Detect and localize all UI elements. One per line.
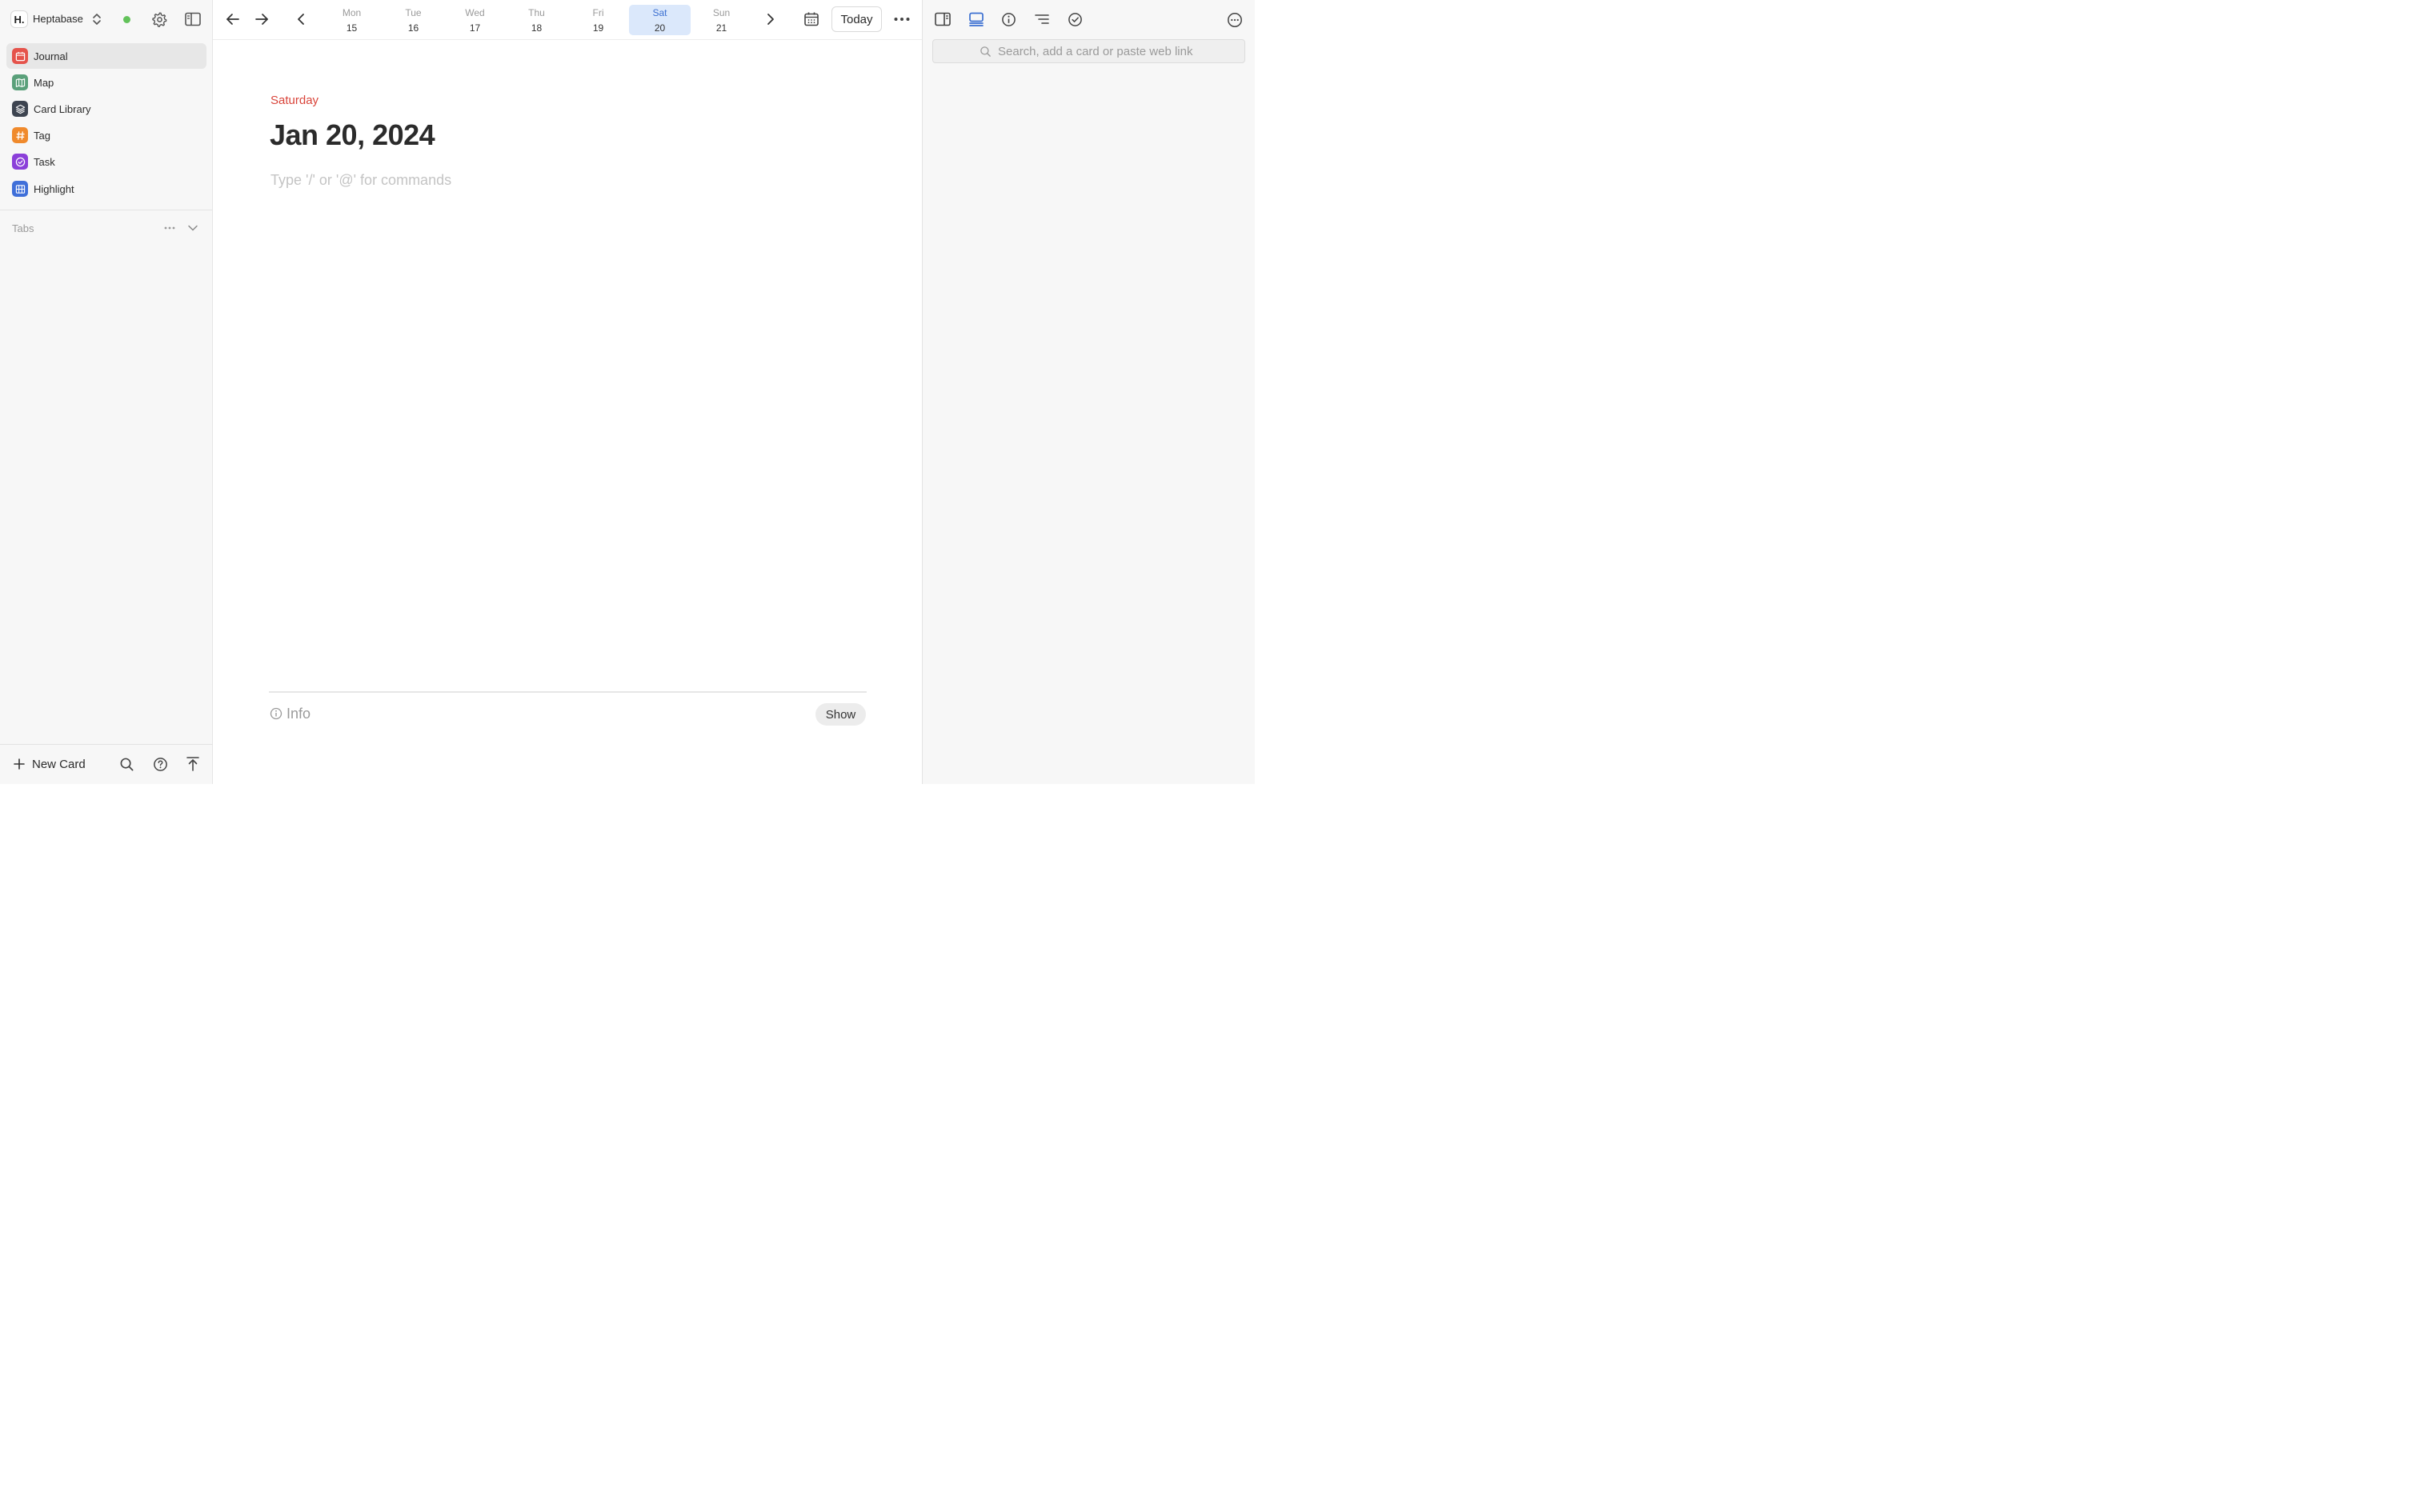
sidebar-item-label: Task — [34, 155, 55, 168]
arrow-right-icon[interactable] — [254, 11, 270, 27]
day-name: Fri — [592, 7, 604, 18]
hash-icon — [12, 127, 28, 143]
sidebar-item-label: Journal — [34, 50, 68, 62]
day-name: Sat — [652, 7, 667, 18]
sidebar-toggle-icon[interactable] — [185, 12, 201, 26]
day-number: 16 — [407, 22, 419, 34]
right-panel — [922, 0, 1255, 784]
journal-weekday: Saturday — [270, 94, 319, 107]
topbar-divider — [213, 39, 922, 40]
week-day-sat-selected[interactable]: Sat 20 — [629, 5, 691, 35]
week-day-fri[interactable]: Fri 19 — [567, 5, 629, 35]
chevron-down-icon[interactable] — [187, 223, 198, 233]
week-day-wed[interactable]: Wed 17 — [444, 5, 506, 35]
right-sidebar-toggle-icon[interactable] — [935, 12, 951, 26]
tabs-more-icon[interactable] — [163, 223, 176, 233]
map-icon — [12, 74, 28, 90]
more-horizontal-icon[interactable] — [893, 14, 911, 24]
day-number: 20 — [654, 22, 666, 34]
sidebar-item-card-library[interactable]: Card Library — [6, 96, 206, 122]
info-divider — [269, 691, 867, 693]
sidebar-item-task[interactable]: Task — [6, 149, 206, 174]
calendar-icon — [12, 48, 28, 64]
sidebar-item-map[interactable]: Map — [6, 70, 206, 95]
sidebar-item-label: Card Library — [34, 102, 91, 115]
chevron-right-icon[interactable] — [763, 11, 778, 27]
task-check-icon[interactable] — [1068, 12, 1083, 27]
sync-status-dot — [123, 16, 130, 23]
workspace-name[interactable]: Heptabase — [33, 13, 83, 25]
check-circle-icon — [12, 154, 28, 170]
help-icon[interactable] — [153, 757, 168, 772]
card-panel-icon[interactable] — [968, 12, 984, 26]
chevron-left-icon[interactable] — [294, 11, 308, 27]
info-icon — [270, 707, 282, 720]
day-name: Thu — [528, 7, 545, 18]
day-name: Sun — [712, 7, 731, 18]
settings-gear-icon[interactable] — [151, 11, 168, 28]
calendar-icon[interactable] — [803, 11, 819, 27]
day-number: 21 — [715, 22, 727, 34]
info-label: Info — [286, 706, 311, 722]
more-circle-icon[interactable] — [1227, 12, 1243, 28]
week-day-tue[interactable]: Tue 16 — [383, 5, 444, 35]
day-name: Wed — [465, 7, 485, 18]
today-button[interactable]: Today — [831, 6, 882, 32]
info-circle-icon[interactable] — [1001, 12, 1016, 27]
sidebar-item-label: Highlight — [34, 182, 74, 195]
search-input[interactable] — [998, 44, 1238, 58]
sidebar-item-journal[interactable]: Journal — [6, 43, 206, 69]
journal-date-title: Jan 20, 2024 — [270, 118, 435, 151]
sidebar-item-label: Tag — [34, 129, 50, 142]
arrow-up-to-top-icon[interactable] — [186, 756, 200, 772]
day-number: 19 — [592, 22, 604, 34]
new-card-button[interactable]: New Card — [13, 755, 86, 773]
sidebar-item-label: Map — [34, 76, 54, 89]
day-name: Mon — [342, 7, 362, 18]
arrow-left-icon[interactable] — [225, 11, 241, 27]
editor-placeholder[interactable]: Type '/' or '@' for commands — [270, 172, 451, 189]
search-icon[interactable] — [119, 757, 134, 772]
new-card-label: New Card — [32, 757, 86, 771]
show-info-button[interactable]: Show — [815, 703, 866, 726]
day-number: 15 — [346, 22, 358, 34]
sidebar: H. Heptabase Journal Map Card Library Ta… — [0, 0, 213, 784]
week-day-mon[interactable]: Mon 15 — [321, 5, 383, 35]
workspace-logo[interactable]: H. — [10, 10, 28, 28]
day-number: 18 — [531, 22, 543, 34]
sidebar-item-tag[interactable]: Tag — [6, 122, 206, 148]
day-name: Tue — [405, 7, 422, 18]
week-day-sun[interactable]: Sun 21 — [691, 5, 752, 35]
right-panel-search[interactable] — [932, 39, 1245, 63]
sidebar-item-highlight[interactable]: Highlight — [6, 176, 206, 202]
outline-list-icon[interactable] — [1035, 12, 1051, 26]
day-number: 17 — [469, 22, 481, 34]
sidebar-bottom-divider — [0, 744, 213, 745]
tabs-section-label: Tabs — [12, 222, 34, 234]
week-day-thu[interactable]: Thu 18 — [506, 5, 567, 35]
layers-icon — [12, 101, 28, 117]
plus-icon — [13, 758, 26, 770]
search-icon — [980, 46, 992, 58]
highlight-icon — [12, 181, 28, 197]
workspace-switch-icon[interactable] — [90, 12, 103, 26]
